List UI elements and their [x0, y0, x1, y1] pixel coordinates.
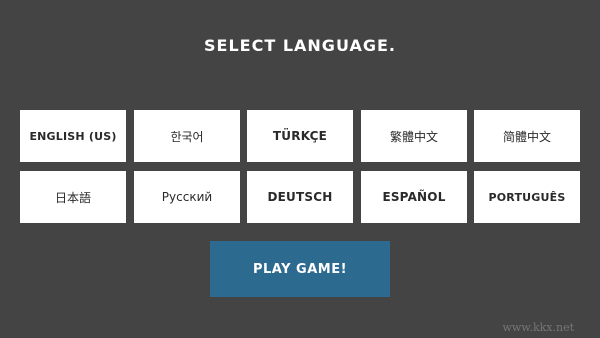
play-game-button[interactable]: PLAY GAME!: [210, 241, 390, 297]
language-label: 한국어: [170, 129, 204, 144]
watermark-text: www.kkx.net: [502, 321, 574, 334]
language-label: 简體中文: [502, 129, 551, 144]
language-label: PORTUGUÊS: [488, 190, 566, 204]
language-button-spanish[interactable]: ESPAÑOL: [361, 171, 467, 223]
language-button-simplified-chinese[interactable]: 简體中文: [474, 110, 580, 162]
language-label: 日本語: [54, 190, 91, 205]
language-label: ENGLISH (US): [29, 129, 117, 143]
language-button-korean[interactable]: 한국어: [134, 110, 240, 162]
language-button-russian[interactable]: Русский: [134, 171, 240, 223]
language-label: TÜRKÇE: [272, 129, 328, 143]
language-button-english-us[interactable]: ENGLISH (US): [20, 110, 126, 162]
screen-title: SELECT LANGUAGE.: [204, 36, 396, 55]
play-game-label: PLAY GAME!: [252, 261, 348, 277]
language-button-portuguese[interactable]: PORTUGUÊS: [474, 171, 580, 223]
language-label: ESPAÑOL: [382, 190, 446, 204]
language-button-turkish[interactable]: TÜRKÇE: [247, 110, 353, 162]
language-button-japanese[interactable]: 日本語: [20, 171, 126, 223]
language-label: Русский: [161, 190, 213, 204]
language-label: DEUTSCH: [267, 190, 333, 204]
language-button-traditional-chinese[interactable]: 繁體中文: [361, 110, 467, 162]
language-label: 繁體中文: [389, 129, 438, 144]
language-button-german[interactable]: DEUTSCH: [247, 171, 353, 223]
